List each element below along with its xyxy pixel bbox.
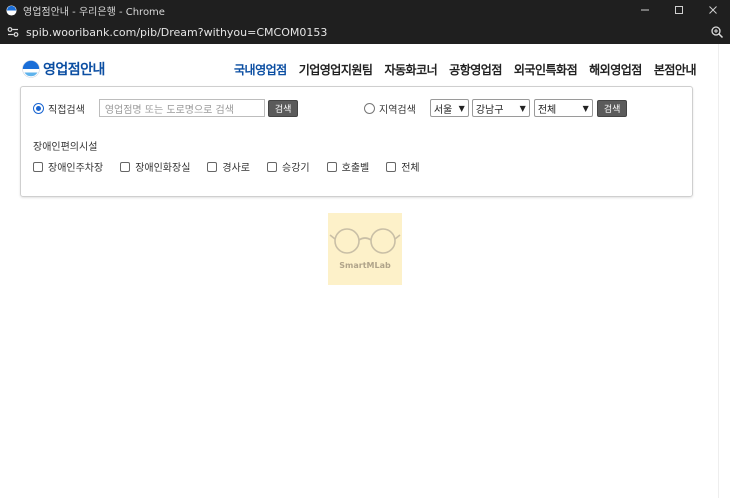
direct-search-radio[interactable] xyxy=(33,102,44,114)
direct-search-button[interactable]: 검색 xyxy=(267,99,299,117)
logo[interactable]: 영업점안내 xyxy=(22,59,105,79)
facility-option-label: 전체 xyxy=(401,163,420,174)
window-title: 영업점안내 - 우리은행 - Chrome xyxy=(23,6,165,18)
facility-option-restroom[interactable]: 장애인화장실 xyxy=(120,159,190,174)
facility-checkbox[interactable] xyxy=(326,161,337,172)
region-search-label[interactable]: 지역검색 xyxy=(379,101,416,116)
facility-checkbox[interactable] xyxy=(33,161,43,172)
facility-checkbox[interactable] xyxy=(120,161,131,172)
branch-type-select-value: 전체 xyxy=(537,104,557,116)
district-select-value: 강남구 xyxy=(475,104,504,116)
facility-option-label: 경사로 xyxy=(222,163,251,174)
glasses-icon xyxy=(329,228,401,254)
region-search-button[interactable]: 검색 xyxy=(596,99,628,117)
facility-checkbox-list: 장애인주차장 장애인화장실 경사로 승강기 호출벨 전체 xyxy=(33,159,437,174)
nav-item-airport-branch[interactable]: 공항영업점 xyxy=(449,61,502,78)
facility-checkbox[interactable] xyxy=(207,161,218,172)
facility-checkbox[interactable] xyxy=(267,161,278,172)
facility-option-call-bell[interactable]: 호출벨 xyxy=(326,159,370,174)
branch-search-input[interactable]: 영업점명 또는 도로명으로 검색 xyxy=(98,99,265,117)
search-panel: 직접검색 영업점명 또는 도로명으로 검색 검색 지역검색 서울 ▼ 강남구 ▼… xyxy=(20,86,693,197)
region-search-row: 지역검색 서울 ▼ 강남구 ▼ 전체 ▼ 검색 xyxy=(364,99,628,117)
city-select-value: 서울 xyxy=(433,104,453,116)
close-icon[interactable] xyxy=(696,0,730,20)
nav-item-corporate-support[interactable]: 기업영업지원팀 xyxy=(299,61,373,78)
facility-option-label: 승강기 xyxy=(282,163,310,174)
facility-option-elevator[interactable]: 승강기 xyxy=(267,159,310,174)
nav-item-foreigner-branch[interactable]: 외국인특화점 xyxy=(514,61,578,78)
zoom-icon[interactable] xyxy=(710,25,724,39)
woori-favicon-icon xyxy=(6,4,17,16)
logo-text: 영업점안내 xyxy=(43,62,105,78)
minimize-icon[interactable] xyxy=(628,0,662,20)
window-title-bar: 영업점안내 - 우리은행 - Chrome xyxy=(0,0,730,20)
direct-search-label[interactable]: 직접검색 xyxy=(48,101,85,116)
nav-item-domestic-branch[interactable]: 국내영업점 xyxy=(234,61,287,78)
address-bar[interactable]: spib.wooribank.com/pib/Dream?withyou=CMC… xyxy=(0,20,730,44)
region-search-radio[interactable] xyxy=(364,102,375,114)
facility-option-parking[interactable]: 장애인주차장 xyxy=(33,159,103,174)
nav-item-atm-corner[interactable]: 자동화코너 xyxy=(384,61,437,78)
chevron-down-icon: ▼ xyxy=(582,103,589,113)
nav-item-overseas-branch[interactable]: 해외영업점 xyxy=(589,61,642,78)
chevron-down-icon: ▼ xyxy=(519,103,526,113)
facility-option-ramp[interactable]: 경사로 xyxy=(207,159,250,174)
facility-option-label: 장애인화장실 xyxy=(135,163,191,174)
watermark-text: SmartMLab xyxy=(339,261,391,270)
branch-type-select[interactable]: 전체 ▼ xyxy=(533,99,593,117)
maximize-icon[interactable] xyxy=(662,0,696,20)
top-navigation: 국내영업점 기업영업지원팀 자동화코너 공항영업점 외국인특화점 해외영업점 본… xyxy=(234,61,697,78)
url-text[interactable]: spib.wooribank.com/pib/Dream?withyou=CMC… xyxy=(26,26,710,39)
nav-item-head-office[interactable]: 본점안내 xyxy=(654,61,697,78)
facility-option-label: 호출벨 xyxy=(341,163,370,174)
facility-section-label: 장애인편의시설 xyxy=(33,142,98,153)
smartmlab-watermark: SmartMLab xyxy=(328,213,402,285)
district-select[interactable]: 강남구 ▼ xyxy=(471,99,530,117)
vertical-scrollbar[interactable] xyxy=(718,44,730,498)
chevron-down-icon: ▼ xyxy=(458,103,465,113)
direct-search-row: 직접검색 영업점명 또는 도로명으로 검색 검색 xyxy=(33,99,299,117)
woori-logo-icon xyxy=(22,60,40,78)
site-settings-icon[interactable] xyxy=(6,25,20,39)
page-content: 영업점안내 국내영업점 기업영업지원팀 자동화코너 공항영업점 외국인특화점 해… xyxy=(0,44,718,498)
facility-option-all[interactable]: 전체 xyxy=(386,159,420,174)
city-select[interactable]: 서울 ▼ xyxy=(429,99,469,117)
facility-option-label: 장애인주차장 xyxy=(48,163,104,174)
facility-checkbox[interactable] xyxy=(386,161,397,172)
